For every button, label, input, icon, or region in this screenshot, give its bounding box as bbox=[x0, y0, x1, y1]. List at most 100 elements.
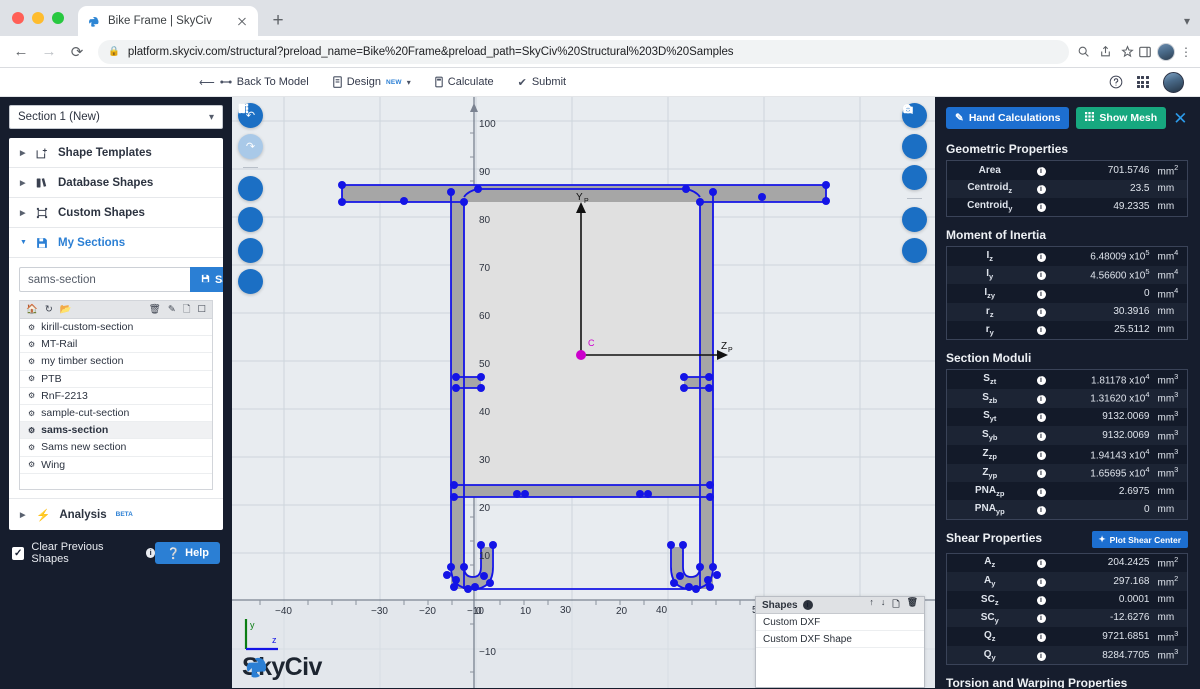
grid-icon[interactable] bbox=[238, 207, 263, 232]
share-icon[interactable] bbox=[1099, 45, 1112, 58]
home-icon[interactable]: 🏠 bbox=[26, 304, 38, 315]
info-icon[interactable]: i bbox=[1037, 376, 1046, 385]
row-value-sup: 4 bbox=[1145, 390, 1149, 399]
list-item[interactable]: ⚙ Sams new section bbox=[20, 439, 212, 456]
svg-text:z: z bbox=[272, 635, 277, 645]
section-name-input[interactable] bbox=[19, 267, 190, 292]
corner-icon[interactable] bbox=[238, 238, 263, 263]
sidebar-panel-icon[interactable] bbox=[1138, 45, 1152, 59]
save-button[interactable]: Save bbox=[190, 267, 223, 292]
back-arrow-icon[interactable]: ← bbox=[8, 39, 34, 65]
info-icon[interactable]: i bbox=[1037, 203, 1046, 212]
info-icon[interactable]: i bbox=[1037, 652, 1046, 661]
delete-shape-icon[interactable] bbox=[238, 176, 263, 201]
list-item[interactable]: ⚙ my timber section bbox=[20, 353, 212, 370]
info-icon[interactable]: i bbox=[1037, 559, 1046, 568]
help-circle-icon[interactable] bbox=[1109, 75, 1123, 89]
info-icon[interactable]: i bbox=[1037, 488, 1046, 497]
list-item[interactable]: ⚙ kirill-custom-section bbox=[20, 319, 212, 336]
design-menu-button[interactable]: Design NEW ▾ bbox=[321, 68, 423, 96]
redo-icon[interactable]: ↷ bbox=[238, 134, 263, 159]
list-item-selected[interactable]: ⚙ sams-section bbox=[20, 422, 212, 439]
info-icon[interactable]: i bbox=[1037, 614, 1046, 623]
folder-icon[interactable]: 📂 bbox=[60, 304, 72, 315]
info-icon[interactable]: i bbox=[1037, 290, 1046, 299]
accordion-custom-shapes[interactable]: ▶ Custom Shapes bbox=[9, 198, 223, 228]
plot-shear-center-label: Plot Shear Center bbox=[1110, 535, 1181, 545]
clear-previous-shapes-checkbox[interactable]: ✓ bbox=[12, 547, 24, 560]
info-icon[interactable]: i bbox=[1037, 413, 1046, 422]
info-icon[interactable]: i bbox=[1037, 271, 1046, 280]
info-icon[interactable]: i bbox=[1037, 469, 1046, 478]
info-icon[interactable] bbox=[146, 548, 156, 558]
accordion-database-shapes[interactable]: ▶ Database Shapes bbox=[9, 168, 223, 198]
submit-button[interactable]: ✔ Submit bbox=[506, 68, 578, 96]
show-mesh-button[interactable]: Show Mesh bbox=[1076, 107, 1166, 129]
new-tab-button[interactable]: + bbox=[264, 7, 292, 35]
info-icon[interactable]: i bbox=[1037, 308, 1046, 317]
info-icon[interactable]: i bbox=[1037, 167, 1046, 176]
close-icon[interactable]: ✕ bbox=[1173, 110, 1189, 127]
bookmark-star-icon[interactable] bbox=[1121, 45, 1134, 58]
list-item[interactable]: ⚙ MT-Rail bbox=[20, 336, 212, 353]
accordion-shape-templates[interactable]: ▶ Shape Templates bbox=[9, 138, 223, 168]
dimension-icon[interactable] bbox=[238, 269, 263, 294]
info-icon[interactable]: i bbox=[1037, 596, 1046, 605]
back-to-model-button[interactable]: ⟵ Back To Model bbox=[187, 68, 321, 96]
info-icon[interactable]: i bbox=[1037, 633, 1046, 642]
fit-to-screen-icon[interactable] bbox=[902, 165, 927, 190]
list-item[interactable]: ⚙ RnF-2213 bbox=[20, 388, 212, 405]
refresh-icon[interactable]: ↻ bbox=[45, 304, 53, 315]
open-external-icon[interactable]: ☐ bbox=[197, 304, 206, 315]
zoom-out-icon[interactable] bbox=[902, 134, 927, 159]
section-canvas[interactable]: 100 90 80 70 60 50 40 30 20 10 −10 −40 −… bbox=[232, 97, 935, 688]
address-bar[interactable]: 🔒 platform.skyciv.com/structural?preload… bbox=[98, 40, 1069, 64]
section-selector-dropdown[interactable]: Section 1 (New) ▾ bbox=[9, 105, 223, 129]
plot-shear-center-button[interactable]: ✦ Plot Shear Center bbox=[1092, 531, 1188, 548]
delete-icon[interactable]: 🗑 bbox=[149, 304, 161, 315]
download-icon[interactable] bbox=[902, 238, 927, 263]
info-icon[interactable]: i bbox=[1037, 432, 1046, 441]
clear-previous-shapes-row[interactable]: ✓ Clear Previous Shapes bbox=[12, 541, 155, 565]
browser-profile-avatar[interactable] bbox=[1157, 43, 1175, 61]
info-icon[interactable]: i bbox=[1037, 451, 1046, 460]
info-icon[interactable] bbox=[803, 600, 813, 610]
apps-grid-icon[interactable] bbox=[1137, 76, 1149, 88]
minimize-window-button[interactable] bbox=[32, 12, 44, 24]
accordion-analysis[interactable]: ▶ ⚡ Analysis BETA bbox=[9, 498, 223, 530]
forward-arrow-icon[interactable]: → bbox=[36, 39, 62, 65]
close-window-button[interactable] bbox=[12, 12, 24, 24]
search-icon[interactable] bbox=[1077, 45, 1090, 58]
maximize-window-button[interactable] bbox=[52, 12, 64, 24]
move-down-icon[interactable]: ↓ bbox=[881, 597, 886, 613]
camera-icon[interactable] bbox=[902, 207, 927, 232]
list-item[interactable]: Custom DXF bbox=[756, 614, 924, 631]
hand-calculations-button[interactable]: ✎ Hand Calculations bbox=[946, 107, 1069, 129]
info-icon[interactable]: i bbox=[1037, 185, 1046, 194]
duplicate-icon[interactable]: 🗋 bbox=[892, 597, 899, 613]
browser-menu-icon[interactable]: ⋮ bbox=[1180, 45, 1192, 59]
close-tab-button[interactable] bbox=[234, 13, 250, 29]
calculate-button[interactable]: Calculate bbox=[423, 68, 506, 96]
browser-tab[interactable]: Bike Frame | SkyCiv bbox=[78, 6, 258, 36]
user-avatar[interactable] bbox=[1163, 72, 1184, 93]
delete-icon[interactable]: 🗑 bbox=[907, 597, 918, 613]
edit-icon[interactable]: ✎ bbox=[168, 304, 176, 315]
reload-icon[interactable]: ⟳ bbox=[64, 39, 90, 65]
list-item[interactable]: ⚙ PTB bbox=[20, 371, 212, 388]
chevron-down-icon[interactable]: ▾ bbox=[1184, 14, 1190, 28]
list-item[interactable]: ⚙ sample-cut-section bbox=[20, 405, 212, 422]
info-icon[interactable]: i bbox=[1037, 578, 1046, 587]
copy-icon[interactable]: 🗋 bbox=[183, 302, 191, 318]
move-up-icon[interactable]: ↑ bbox=[869, 597, 874, 613]
info-icon[interactable]: i bbox=[1037, 326, 1046, 335]
help-button[interactable]: ❔ Help bbox=[155, 542, 220, 564]
info-icon[interactable]: i bbox=[1037, 395, 1046, 404]
list-item[interactable]: Custom DXF Shape bbox=[756, 631, 924, 648]
sections-list[interactable]: ⚙ kirill-custom-section ⚙ MT-Rail ⚙ my t… bbox=[19, 318, 213, 490]
accordion-my-sections[interactable]: ▼ My Sections bbox=[9, 228, 223, 258]
info-icon[interactable]: i bbox=[1037, 253, 1046, 262]
shapes-panel[interactable]: Shapes ↑ ↓ 🗋 🗑 Custom DXF Custom DXF Sha… bbox=[755, 596, 925, 688]
info-icon[interactable]: i bbox=[1037, 506, 1046, 515]
list-item[interactable]: ⚙ Wing bbox=[20, 457, 212, 474]
